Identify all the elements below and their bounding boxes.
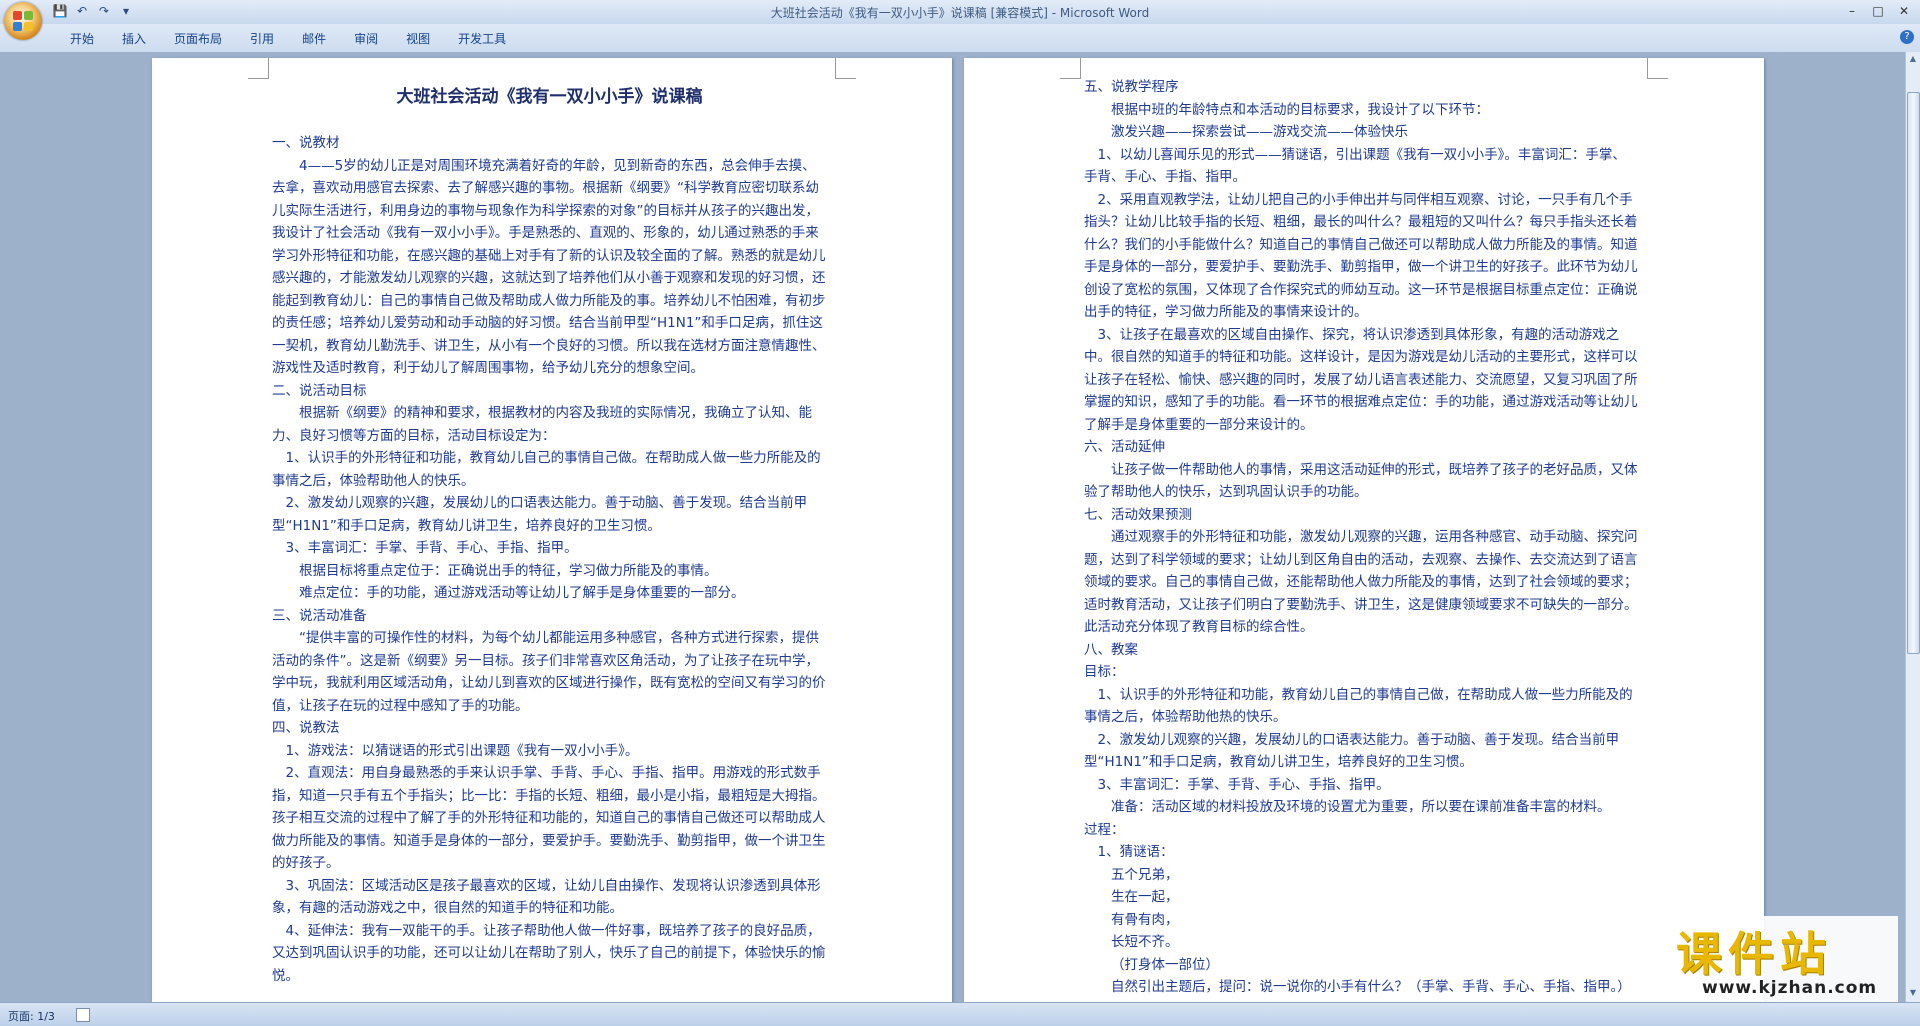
paragraph: 4——5岁的幼儿正是对周围环境充满着好奇的年龄，见到新奇的东西，总会伸手去摸、去… [272, 157, 826, 377]
paragraph: 1、以幼儿喜闻乐见的形式——猜谜语，引出课题《我有一双小小手》。丰富词汇：手掌、… [1084, 146, 1626, 186]
paragraph: 让孩子做一件帮助他人的事情，采用这活动延伸的形式，既培养了孩子的老好品质，又体验… [1084, 461, 1638, 501]
status-bar: 页面: 1/3 [0, 1002, 1920, 1026]
crop-mark [1060, 58, 1081, 79]
tab-mailings[interactable]: 邮件 [288, 30, 340, 47]
paragraph: 1、猜谜语： [1097, 844, 1174, 860]
section-heading: 六、活动延伸 [1084, 439, 1165, 455]
office-logo-icon [13, 11, 33, 31]
paragraph: “提供丰富的可操作性的材料，为每个幼儿都能运用多种感官，各种方式进行探索，提供活… [272, 630, 826, 714]
paragraph: 根据中班的年龄特点和本活动的目标要求，我设计了以下环节： [1111, 101, 1489, 118]
tab-home[interactable]: 开始 [56, 30, 108, 47]
close-icon[interactable]: ✕ [1892, 2, 1916, 20]
ribbon: 开始 插入 页面布局 引用 邮件 审阅 视图 开发工具 ? [0, 24, 1920, 53]
tab-review[interactable]: 审阅 [340, 30, 392, 47]
watermark-title: 课件站 [1676, 927, 1832, 981]
page-1-paragraphs: 一、说教材 4——5岁的幼儿正是对周围环境充满着好奇的年龄，见到新奇的东西，总会伸… [272, 110, 827, 987]
paragraph: 有骨有肉， [1111, 911, 1179, 928]
section-heading: 过程： [1084, 821, 1125, 838]
page-1-body: 大班社会活动《我有一双小小手》说课稿 一、说教材 4——5岁的幼儿正是对周围环境充… [272, 58, 827, 987]
vertical-scrollbar[interactable]: ▲ ▼ [1905, 52, 1920, 1002]
title-bar: 💾 ↶ ↷ ▾ 大班社会活动《我有一双小小手》说课稿 [兼容模式] - Micr… [0, 0, 1920, 24]
document-title: 大班社会活动《我有一双小小手》说课稿 [396, 87, 703, 107]
office-button[interactable] [4, 2, 42, 40]
tab-insert[interactable]: 插入 [108, 30, 160, 47]
paragraph [272, 110, 827, 132]
ribbon-tabs: 开始 插入 页面布局 引用 邮件 审阅 视图 开发工具 [56, 30, 520, 47]
help-icon[interactable]: ? [1900, 30, 1914, 44]
kjzhan-watermark: 课件站 www.kjzhan.com [1658, 916, 1898, 1004]
paragraph: 2、直观法：用自身最熟悉的手来认识手掌、手背、手心、手指、指甲。用游戏的形式数手… [272, 765, 826, 871]
scroll-down-icon[interactable]: ▼ [1908, 988, 1918, 1000]
crop-mark [1647, 58, 1668, 79]
document-area: 大班社会活动《我有一双小小手》说课稿 一、说教材 4——5岁的幼儿正是对周围环境充… [0, 52, 1906, 1002]
paragraph: 自然引出主题后，提问：说一说你的小手有什么？（手掌、手背、手心、手指、指甲。） [1111, 979, 1631, 995]
section-heading: 三、说活动准备 [272, 607, 367, 624]
section-heading: 七、活动效果预测 [1084, 506, 1192, 523]
paragraph: 生在一起， [1111, 889, 1179, 905]
paragraph: 准备：活动区域的材料投放及环境的设置尤为重要，所以要在课前准备丰富的材料。 [1111, 799, 1611, 815]
paragraph: 3、让孩子在最喜欢的区域自由操作、探究，将认识渗透到具体形象，有趣的活动游戏之中… [1084, 326, 1638, 433]
paragraph: 1、认识手的外形特征和功能，教育幼儿自己的事情自己做。在帮助成人做一些力所能及的… [272, 450, 821, 489]
paragraph: 3、丰富词汇：手掌、手背、手心、手指、指甲。 [285, 540, 578, 556]
paragraph: 五个兄弟， [1111, 866, 1179, 883]
section-heading: 目标： [1084, 664, 1125, 680]
page-count[interactable]: 页面: 1/3 [8, 1008, 55, 1024]
paragraph: 1、认识手的外形特征和功能，教育幼儿自己的事情自己做，在帮助成人做一些力所能及的… [1084, 686, 1633, 726]
section-heading: 一、说教材 [272, 135, 340, 151]
crop-mark [835, 58, 856, 79]
watermark-url: www.kjzhan.com [1702, 978, 1878, 998]
section-heading: 五、说教学程序 [1084, 79, 1179, 95]
paragraph: 2、采用直观教学法，让幼儿把自己的小手伸出并与同伴相互观察、讨论，一只手有几个手… [1084, 191, 1638, 321]
page-2-paragraphs: 五、说教学程序根据中班的年龄特点和本活动的目标要求，我设计了以下环节： 激发兴趣—… [1084, 76, 1639, 1002]
paragraph: 通过观察手的外形特征和功能，激发幼儿观察的兴趣，运用各种感官、动手动脑、探究问题… [1084, 529, 1638, 635]
crop-mark [248, 58, 269, 79]
window-controls: – □ ✕ [1840, 2, 1916, 20]
scroll-up-icon[interactable]: ▲ [1908, 54, 1918, 66]
tab-developer[interactable]: 开发工具 [444, 30, 520, 47]
paragraph: 难点定位：手的功能，通过游戏活动等让幼儿了解手是身体重要的一部分。 [299, 585, 745, 601]
section-heading: 二、说活动目标 [272, 382, 367, 399]
paragraph: 4、延伸法：我有一双能干的手。让孩子帮助他人做一件好事，既培养了孩子的良好品质，… [272, 922, 826, 984]
paragraph: 1、游戏法：以猜谜语的形式引出课题《我有一双小小手》。 [285, 742, 639, 759]
document-page-2[interactable]: 五、说教学程序根据中班的年龄特点和本活动的目标要求，我设计了以下环节： 激发兴趣—… [964, 58, 1764, 1002]
document-page-1[interactable]: 大班社会活动《我有一双小小手》说课稿 一、说教材 4——5岁的幼儿正是对周围环境充… [152, 58, 952, 1002]
minimize-icon[interactable]: – [1840, 2, 1864, 20]
tab-references[interactable]: 引用 [236, 30, 288, 47]
paragraph: 根据目标将重点定位于：正确说出手的特征，学习做力所能及的事情。 [299, 562, 718, 579]
paragraph: 根据新《纲要》的精神和要求，根据教材的内容及我班的实际情况，我确立了认知、能力、… [272, 405, 812, 444]
maximize-icon[interactable]: □ [1866, 2, 1890, 20]
paragraph: 2、激发幼儿观察的兴趣，发展幼儿的口语表达能力。善于动脑、善于发现。结合当前甲型… [1084, 731, 1620, 771]
paragraph: 3、巩固法：区域活动区是孩子最喜欢的区域，让幼儿自由操作、发现将认识渗透到具体形… [272, 877, 821, 917]
scrollbar-thumb[interactable] [1907, 92, 1920, 654]
paragraph: 长短不齐。 [1111, 934, 1179, 950]
window-title: 大班社会活动《我有一双小小手》说课稿 [兼容模式] - Microsoft Wo… [770, 6, 1150, 20]
paragraph: 2、激发幼儿观察的兴趣，发展幼儿的口语表达能力。善于动脑、善于发现。结合当前甲型… [272, 495, 808, 534]
proofing-icon[interactable] [76, 1008, 90, 1022]
section-heading: 四、说教法 [272, 720, 340, 736]
tab-page-layout[interactable]: 页面布局 [160, 30, 236, 47]
paragraph: （打身体一部位） [1111, 956, 1219, 973]
paragraph: 3、丰富词汇：手掌、手背、手心、手指、指甲。 [1097, 776, 1390, 793]
paragraph: 激发兴趣——探索尝试——游戏交流——体验快乐 [1111, 124, 1408, 140]
section-heading: 八、教案 [1084, 641, 1138, 658]
tab-view[interactable]: 视图 [392, 30, 444, 47]
